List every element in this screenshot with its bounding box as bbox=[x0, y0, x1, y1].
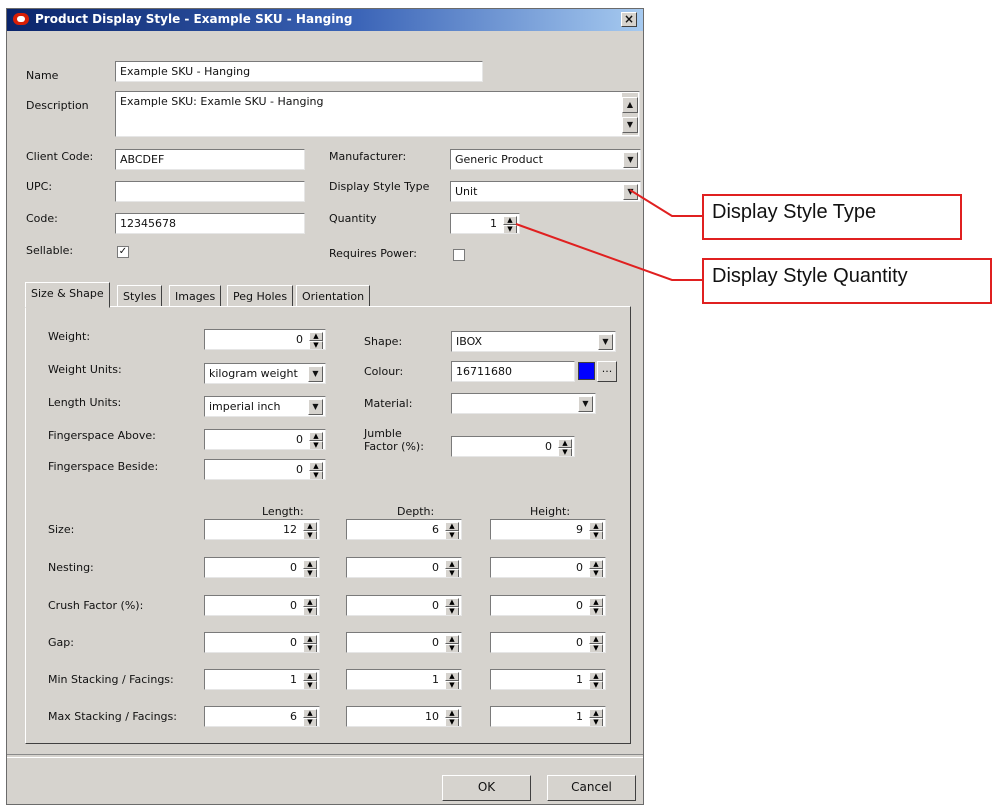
callout-display-style-type: Display Style Type bbox=[702, 194, 962, 240]
callout-line-display-style-type bbox=[629, 189, 702, 217]
tab-size-shape[interactable]: Size & Shape bbox=[25, 282, 110, 308]
callout-display-style-quantity: Display Style Quantity bbox=[702, 258, 992, 304]
callout-line-display-style-quantity bbox=[515, 223, 702, 281]
callout-lines bbox=[515, 189, 702, 281]
